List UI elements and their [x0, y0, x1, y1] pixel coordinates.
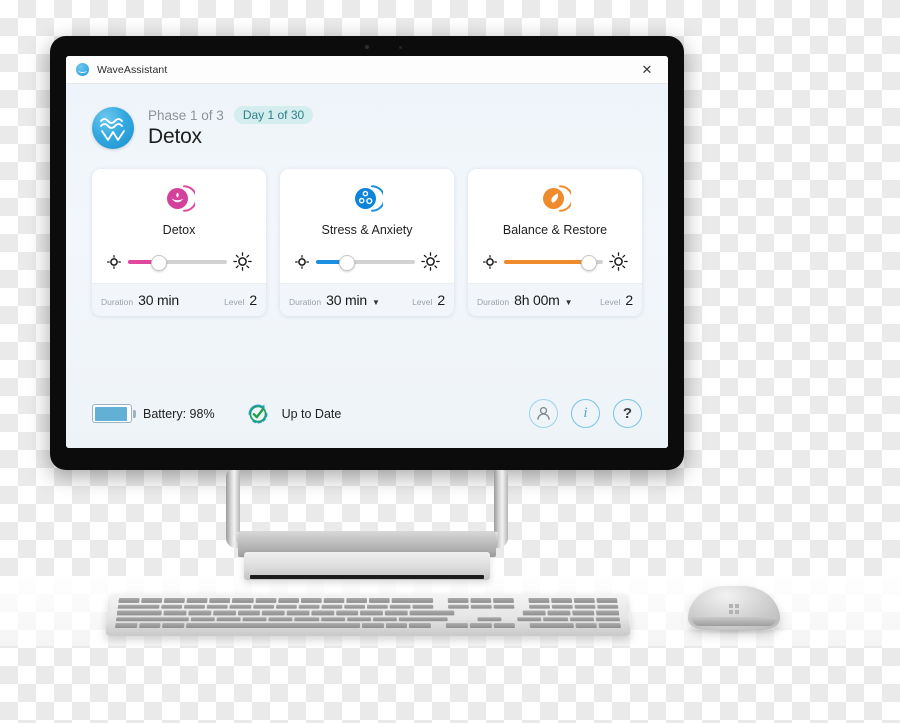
- info-glyph: i: [583, 405, 588, 421]
- leaf-icon: [540, 183, 573, 214]
- slider-thumb[interactable]: [581, 254, 598, 271]
- level-group: Level 2: [224, 292, 257, 308]
- page-title: Detox: [148, 125, 202, 148]
- header-text: Phase 1 of 3 Day 1 of 30 Detox: [148, 106, 314, 149]
- chevron-down-icon[interactable]: ▼: [372, 298, 380, 307]
- battery-level-fill: [94, 406, 127, 421]
- help-glyph: ?: [622, 405, 633, 422]
- wireless-keyboard[interactable]: [105, 592, 631, 636]
- slider-thumb[interactable]: [150, 254, 167, 271]
- intensity-slider-row: [102, 252, 256, 273]
- intensity-slider-row: [290, 252, 444, 273]
- slider-fill: [504, 259, 589, 264]
- duration-value[interactable]: 30 min: [138, 292, 179, 308]
- brightness-low-icon: [295, 254, 309, 269]
- monitor-bezel: WaveAssistant ✕ Phase 1 of 3 Day 1 of 30: [50, 36, 684, 470]
- mode-card-top: Stress & Anxiety: [280, 169, 454, 283]
- level-group: Level 2: [600, 292, 633, 308]
- sync-status-text: Up to Date: [281, 406, 342, 421]
- brightness-high-icon: [421, 252, 440, 271]
- keyboard-row: [115, 617, 621, 622]
- mode-card[interactable]: Detox Duration 30 min Level 2: [92, 169, 266, 316]
- mode-card-footer: Duration 30 min Level 2: [92, 283, 266, 316]
- level-group: Level 2: [412, 292, 445, 308]
- level-label: Level: [600, 297, 621, 307]
- windows-logo-icon: [729, 604, 739, 614]
- brightness-low-icon: [107, 254, 121, 269]
- slider-thumb[interactable]: [338, 254, 355, 271]
- mode-card-top: Balance & Restore: [468, 169, 642, 283]
- duration-label: Duration: [289, 297, 322, 307]
- mode-card-footer: Duration 30 min ▼ Level 2: [280, 283, 454, 316]
- brightness-low-icon: [483, 254, 497, 269]
- close-icon[interactable]: ✕: [630, 57, 664, 83]
- status-bar-actions: i ?: [529, 399, 642, 428]
- keyboard-row: [118, 598, 618, 603]
- mode-card-top: Detox: [92, 169, 266, 283]
- screen: WaveAssistant ✕ Phase 1 of 3 Day 1 of 30: [66, 56, 668, 448]
- duration-value[interactable]: 30 min: [326, 292, 367, 308]
- mode-card[interactable]: Stress & Anxiety Duration 30 min ▼ Level…: [280, 169, 454, 316]
- header-meta-row: Phase 1 of 3 Day 1 of 30: [148, 106, 314, 124]
- lotus-icon: [164, 183, 197, 214]
- sensor-icon: [399, 46, 402, 49]
- level-value[interactable]: 2: [625, 292, 633, 308]
- duration-label: Duration: [477, 297, 510, 307]
- keyboard-keys: [115, 598, 622, 628]
- window-title-bar: WaveAssistant ✕: [66, 56, 668, 84]
- brightness-high-icon: [233, 252, 252, 271]
- app-body: Phase 1 of 3 Day 1 of 30 Detox Detox Dur…: [66, 84, 668, 448]
- molecule-dots-icon: [352, 183, 385, 214]
- mode-card-footer: Duration 8h 00m ▼ Level 2: [468, 283, 642, 316]
- wireless-mouse[interactable]: [688, 586, 780, 638]
- wave-logo-icon: [76, 63, 89, 76]
- battery-icon: [92, 404, 136, 423]
- info-icon[interactable]: i: [571, 399, 600, 428]
- stand-base-vent: [250, 575, 484, 579]
- mode-name: Detox: [162, 223, 196, 237]
- sync-status[interactable]: Up to Date: [245, 401, 342, 427]
- keyboard-row: [115, 623, 622, 628]
- brightness-high-icon: [609, 252, 628, 271]
- level-value[interactable]: 2: [249, 292, 257, 308]
- status-bar: Battery: 98% Up to Date i ?: [92, 389, 642, 448]
- intensity-slider[interactable]: [504, 254, 603, 271]
- phase-label: Phase 1 of 3: [148, 107, 224, 123]
- app-header: Phase 1 of 3 Day 1 of 30 Detox: [92, 84, 642, 155]
- keyboard-row: [117, 604, 619, 609]
- window-title: WaveAssistant: [97, 63, 168, 76]
- level-label: Level: [412, 297, 433, 307]
- day-pill: Day 1 of 30: [233, 106, 314, 124]
- mode-card[interactable]: Balance & Restore Duration 8h 00m ▼ Leve…: [468, 169, 642, 316]
- duration-value[interactable]: 8h 00m: [514, 292, 560, 308]
- chevron-down-icon[interactable]: ▼: [565, 298, 573, 307]
- person-icon[interactable]: [529, 399, 558, 428]
- battery-status-text: Battery: 98%: [143, 406, 215, 421]
- wave-logo-icon: [92, 106, 134, 149]
- intensity-slider[interactable]: [128, 254, 227, 271]
- intensity-slider-row: [478, 252, 632, 273]
- mode-card-list: Detox Duration 30 min Level 2 Stress & A…: [92, 169, 642, 316]
- level-label: Level: [224, 297, 245, 307]
- level-value[interactable]: 2: [437, 292, 445, 308]
- webcam-icon: [365, 45, 369, 49]
- mode-name: Balance & Restore: [502, 223, 608, 237]
- mode-name: Stress & Anxiety: [321, 223, 413, 237]
- help-icon[interactable]: ?: [613, 399, 642, 428]
- duration-label: Duration: [101, 297, 134, 307]
- keyboard-row: [116, 610, 620, 616]
- sync-check-icon: [248, 403, 268, 423]
- intensity-slider[interactable]: [316, 254, 415, 271]
- mouse-seam: [691, 617, 777, 626]
